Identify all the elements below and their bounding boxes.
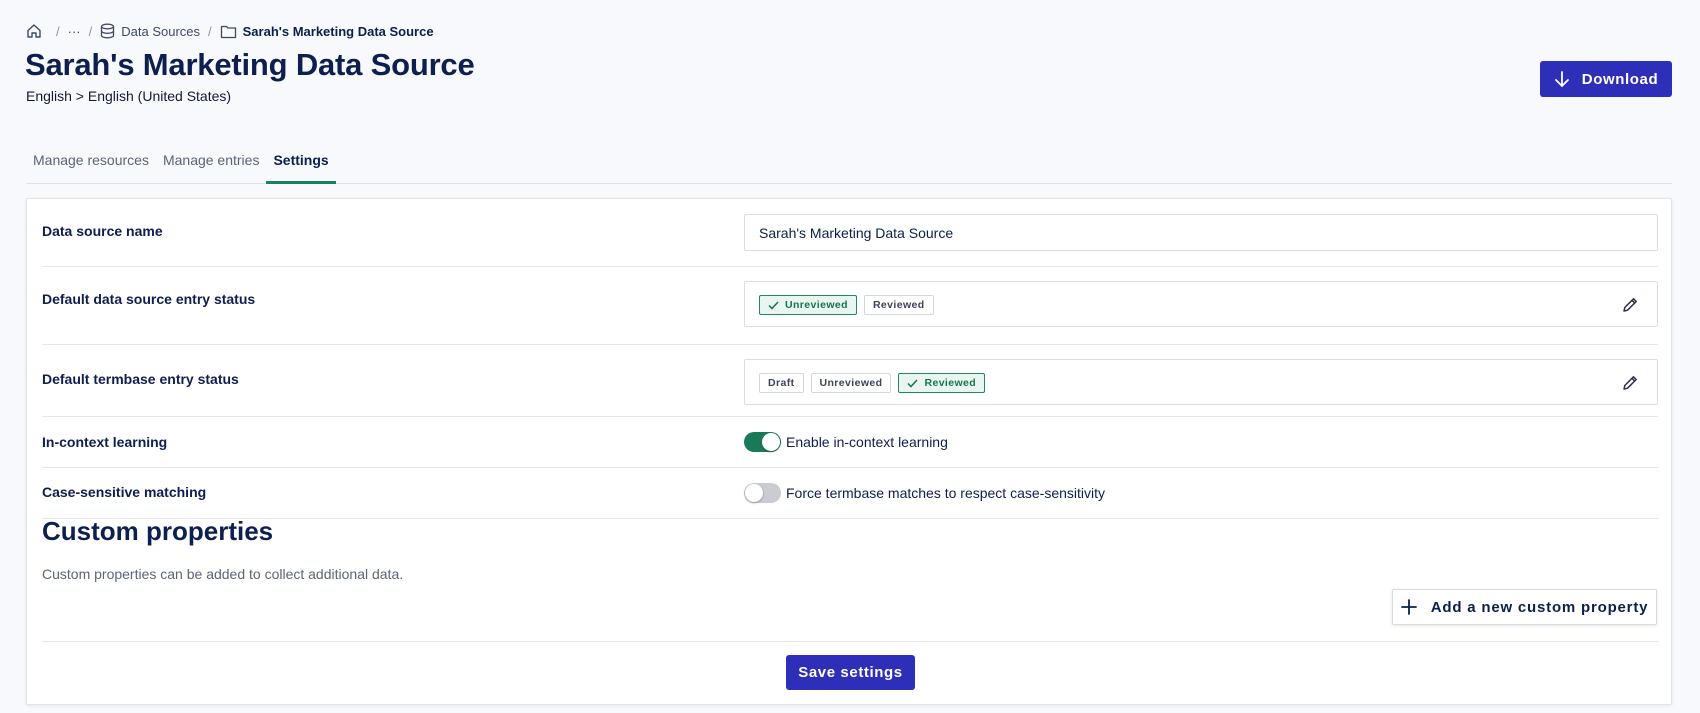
data-source-name-input[interactable] [745,215,1657,250]
status-tag-label: Reviewed [872,299,925,311]
breadcrumb-ellipsis[interactable]: ··· [68,24,81,39]
plus-icon [1400,599,1417,615]
setting-row-name: Data source name [42,199,1658,267]
page-title: Sarah's Marketing Data Source [25,47,475,82]
add-custom-property-label: Add a new custom property [1430,598,1649,616]
save-settings-button[interactable]: Save settings [786,655,915,690]
case-sensitive-toggle-label: Force termbase matches to respect case-s… [786,485,1106,501]
termbase-status-tags: Draft Unreviewed Reviewed [759,373,992,393]
breadcrumb-data-sources-label: Data Sources [121,23,201,39]
case-sensitive-toggle[interactable] [744,483,781,503]
status-tag-reviewed[interactable]: Reviewed [898,373,986,393]
status-tag-label: Reviewed [924,377,977,389]
tab-bar: Manage resources Manage entries Settings [26,140,1672,184]
setting-row-in-context: In-context learning Enable in-context le… [42,417,1658,468]
tab-manage-entries[interactable]: Manage entries [156,140,267,184]
download-icon [1554,71,1569,88]
settings-card: Data source name Default data source ent… [26,198,1672,705]
tab-manage-resources[interactable]: Manage resources [26,140,156,184]
section-divider [42,641,1658,642]
custom-properties-title: Custom properties [42,516,274,546]
in-context-toggle-group: Enable in-context learning [744,432,948,452]
download-button[interactable]: Download [1540,61,1672,97]
toggle-knob [745,484,763,502]
home-icon[interactable] [26,23,48,39]
status-tag-unreviewed[interactable]: Unreviewed [759,295,857,315]
default-entry-status-label: Default data source entry status [42,291,256,307]
add-custom-property-button[interactable]: Add a new custom property [1392,589,1657,625]
in-context-toggle-label: Enable in-context learning [786,434,948,450]
status-tag-reviewed[interactable]: Reviewed [863,295,934,315]
locale-pair: English > English (United States) [26,88,232,104]
breadcrumb-separator: / [208,23,212,39]
check-icon [768,300,779,310]
in-context-learning-label: In-context learning [42,434,168,450]
breadcrumb-data-sources[interactable]: Data Sources [100,23,200,39]
in-context-toggle[interactable] [744,432,781,452]
data-source-name-label: Data source name [42,223,163,239]
setting-row-entry-status: Default data source entry status Unrevie… [42,267,1658,345]
check-icon [907,378,919,388]
status-tag-label: Draft [768,377,795,389]
entry-status-tags: Unreviewed Reviewed [759,295,941,315]
breadcrumb-separator: / [88,23,93,39]
breadcrumb-current: Sarah's Marketing Data Source [220,24,434,39]
status-tag-label: Unreviewed [819,377,883,389]
breadcrumb-separator: / [56,23,60,39]
status-tag-label: Unreviewed [785,299,848,311]
setting-row-case-sensitive: Case-sensitive matching Force termbase m… [42,468,1658,519]
breadcrumb: / ··· / Data Sources / Sarah's Marketing… [26,23,434,39]
tab-settings[interactable]: Settings [266,140,336,184]
default-termbase-status-label: Default termbase entry status [42,371,239,387]
toggle-knob [762,433,780,451]
status-tag-unreviewed[interactable]: Unreviewed [810,373,892,393]
download-label: Download [1581,70,1659,88]
database-icon [101,23,115,39]
case-sensitive-label: Case-sensitive matching [42,484,207,500]
pencil-icon[interactable] [1621,374,1639,397]
breadcrumb-current-label: Sarah's Marketing Data Source [242,23,434,39]
case-sensitive-toggle-group: Force termbase matches to respect case-s… [744,483,1105,503]
data-source-name-field [744,214,1658,251]
folder-icon [220,25,236,38]
custom-properties-description: Custom properties can be added to collec… [42,566,404,582]
default-termbase-status-field: Draft Unreviewed Reviewed [744,359,1658,405]
setting-row-termbase-status: Default termbase entry status Draft Unre… [42,345,1658,417]
status-tag-draft[interactable]: Draft [759,373,804,393]
pencil-icon[interactable] [1621,296,1639,319]
default-entry-status-field: Unreviewed Reviewed [744,281,1658,327]
